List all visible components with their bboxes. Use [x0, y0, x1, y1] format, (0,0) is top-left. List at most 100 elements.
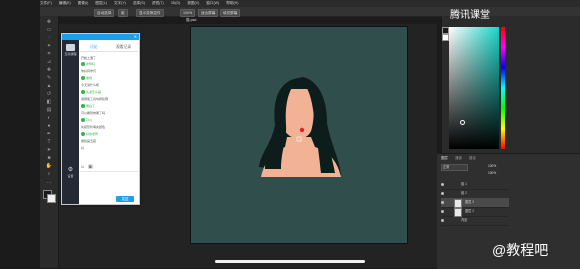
chat-message: 好的老师: [86, 132, 99, 136]
opacity-value[interactable]: 100%: [488, 164, 496, 168]
send-button[interactable]: 发送: [116, 196, 134, 202]
tencent-classroom-logo: 腾讯课堂: [450, 10, 490, 21]
fit-screen-button[interactable]: 适合屏幕: [198, 8, 219, 17]
chat-message: 明白了: [86, 104, 96, 108]
image-icon[interactable]: ▣: [88, 164, 93, 170]
menu-window[interactable]: 窗口(W): [206, 1, 219, 5]
user-avatar-icon: [81, 118, 85, 122]
auto-select-checkbox[interactable]: 自动选择: [94, 8, 115, 17]
sidebar-label-course[interactable]: 互动课程: [64, 52, 77, 56]
eraser-tool-icon[interactable]: ◧: [45, 100, 53, 105]
girl-illustration: [259, 77, 341, 177]
chat-message: 收到: [86, 76, 93, 80]
menu-file[interactable]: 文件(F): [40, 1, 52, 5]
dodge-tool-icon[interactable]: ●: [45, 124, 53, 129]
menu-filter[interactable]: 滤镜(T): [152, 1, 164, 5]
chat-message: 头发怎么画: [86, 90, 102, 94]
hue-slider[interactable]: [501, 27, 505, 149]
layer-name: 图层 3: [465, 200, 475, 204]
visibility-eye-icon[interactable]: [441, 183, 444, 186]
color-picker-cursor[interactable]: [460, 120, 465, 125]
color-swatch-background[interactable]: [442, 34, 449, 41]
visibility-eye-icon[interactable]: [441, 192, 444, 195]
magic-wand-icon[interactable]: ✦: [45, 44, 53, 49]
zoom-field[interactable]: 100%: [180, 8, 196, 17]
layer-name: 背景: [461, 218, 468, 222]
move-tool-icon[interactable]: ✥: [45, 20, 53, 25]
document-canvas[interactable]: [190, 26, 408, 244]
background-color-swatch[interactable]: [47, 194, 56, 203]
visibility-eye-icon[interactable]: [441, 219, 444, 222]
chat-message: 你好同学们: [81, 69, 97, 73]
path-select-icon[interactable]: ➤: [45, 148, 53, 153]
input-divider: [80, 171, 138, 172]
brush-tool-icon[interactable]: ✎: [45, 76, 53, 81]
chat-message: 开始上课了: [81, 56, 97, 60]
chat-message: 好: [81, 146, 85, 150]
color-saturation-field[interactable]: [449, 27, 499, 149]
visibility-eye-icon[interactable]: [441, 201, 444, 204]
layers-tab[interactable]: 图层: [441, 155, 448, 160]
blend-mode-select[interactable]: 正常: [441, 164, 468, 171]
chat-message: 今天讲什么呢: [81, 83, 100, 87]
live-class-panel: ✕ 互动课程 ⚙ 设置 讨论 观看记录 开始上课了 老师好 你好同学们 收到 今…: [61, 33, 140, 205]
zoom-tool-icon[interactable]: ⌕: [45, 172, 53, 177]
home-indicator: [215, 260, 365, 263]
menu-edit[interactable]: 编辑(E): [59, 1, 71, 5]
menu-bar: 文件(F) 编辑(E) 图像(I) 图层(L) 文字(Y) 选择(S) 滤镜(T…: [40, 0, 580, 7]
tab-divider: [80, 51, 138, 52]
settings-icon[interactable]: ⚙: [64, 166, 77, 173]
paths-tab[interactable]: 路径: [469, 155, 476, 160]
watermark: @教程吧: [492, 242, 549, 258]
history-brush-icon[interactable]: ↺: [45, 92, 53, 97]
menu-type[interactable]: 文字(Y): [114, 1, 126, 5]
tab-discussion[interactable]: 讨论: [90, 45, 98, 50]
classroom-icon[interactable]: [66, 44, 75, 51]
tab-history[interactable]: 观看记录: [116, 45, 131, 50]
menu-layer[interactable]: 图层(L): [95, 1, 107, 5]
channels-tab[interactable]: 通道: [455, 155, 462, 160]
menu-3d[interactable]: 3D(D): [171, 1, 181, 5]
crop-tool-icon[interactable]: ⌗: [45, 52, 53, 57]
menu-help[interactable]: 帮助(H): [226, 1, 238, 5]
menu-image[interactable]: 图像(I): [78, 1, 89, 5]
user-avatar-icon: [81, 104, 85, 108]
marquee-tool-icon[interactable]: ▭: [45, 28, 53, 33]
shape-tool-icon[interactable]: ■: [45, 156, 53, 161]
menu-view[interactable]: 视图(V): [187, 1, 199, 5]
emoji-icon[interactable]: ☺: [80, 164, 85, 170]
sidebar-label-settings[interactable]: 设置: [64, 174, 77, 178]
document-tab[interactable]: 猫.psd: [186, 17, 416, 23]
close-icon[interactable]: ✕: [134, 34, 137, 40]
chat-message: 继续画五官: [81, 139, 97, 143]
layer-name: 组 1: [461, 182, 467, 186]
tools-panel: ✥ ▭ ◌ ✦ ⌗ ⊿ ✚ ✎ ▲ ↺ ◧ ▤ ◐ ● ✒ T ➤ ■ ✋ ⌕ …: [40, 16, 59, 268]
blur-tool-icon[interactable]: ◐: [45, 116, 53, 121]
chat-message: 先把形状填充颜色: [81, 125, 106, 129]
user-avatar-icon: [81, 76, 85, 80]
gradient-tool-icon[interactable]: ▤: [45, 108, 53, 113]
color-swatch-foreground[interactable]: [442, 27, 449, 34]
user-avatar-icon: [81, 62, 85, 66]
lasso-tool-icon[interactable]: ◌: [45, 36, 53, 41]
group-select[interactable]: 组: [118, 8, 128, 17]
layer-name: 组 2: [461, 191, 467, 195]
fill-screen-button[interactable]: 填充屏幕: [220, 8, 241, 17]
type-tool-icon[interactable]: T: [45, 140, 53, 145]
user-avatar-icon: [81, 132, 85, 136]
layer-name: 图层 2: [465, 209, 475, 213]
pen-tool-icon[interactable]: ✒: [45, 132, 53, 137]
visibility-eye-icon[interactable]: [441, 210, 444, 213]
chat-message: 可以看到效果了吗: [81, 111, 106, 115]
layer-row[interactable]: 背景: [441, 216, 509, 226]
chat-message: 可以: [86, 118, 93, 122]
more-tools-icon[interactable]: …: [45, 180, 53, 185]
healing-brush-icon[interactable]: ✚: [45, 68, 53, 73]
eyedropper-icon[interactable]: ⊿: [45, 60, 53, 65]
clone-stamp-icon[interactable]: ▲: [45, 84, 53, 89]
show-transform-checkbox[interactable]: 显示变换控件: [136, 8, 164, 17]
hand-tool-icon[interactable]: ✋: [45, 164, 53, 169]
menu-select[interactable]: 选择(S): [133, 1, 145, 5]
fill-value[interactable]: 100%: [488, 171, 496, 175]
panel-sidebar: 互动课程 ⚙ 设置: [62, 40, 79, 204]
